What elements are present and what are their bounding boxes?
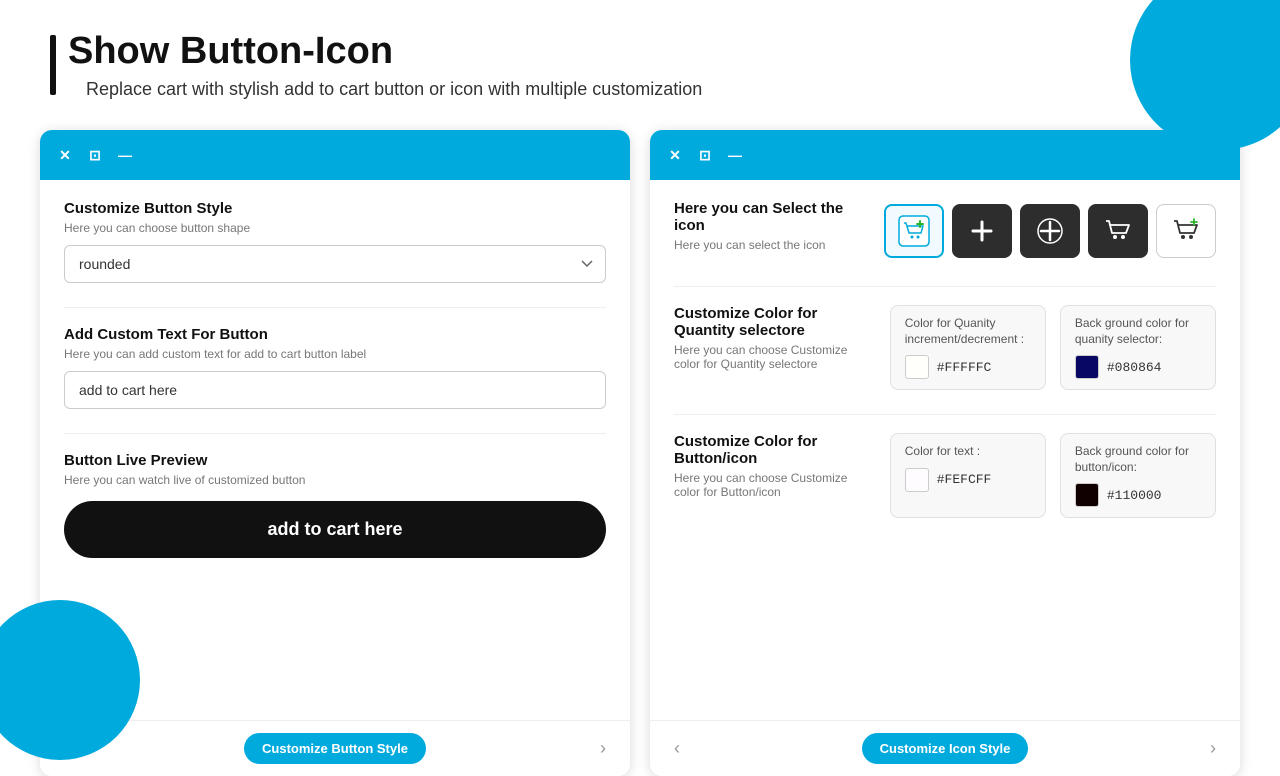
left-minimize-btn[interactable]: — (116, 146, 134, 164)
right-maximize-btn[interactable]: ⊡ (696, 146, 714, 164)
button-color2-block: Back ground color for button/icon: #1100… (1060, 433, 1216, 518)
button-style-dropdown[interactable]: rounded square pill (64, 245, 606, 283)
button-color-desc: Here you can choose Customize color for … (674, 471, 870, 499)
button-color2-input-row: #110000 (1075, 483, 1201, 507)
button-color1-input-row: #FEFCFF (905, 468, 1031, 492)
right-close-btn[interactable]: ✕ (666, 146, 684, 164)
custom-text-desc: Here you can add custom text for add to … (64, 347, 606, 361)
icon-selector-section: Here you can Select the icon Here you ca… (674, 200, 1216, 262)
button-color-title: Customize Color for Button/icon (674, 433, 870, 467)
button-color1-value: #FEFCFF (937, 472, 992, 487)
button-style-title: Customize Button Style (64, 200, 606, 217)
icon-options-row (884, 204, 1216, 258)
button-style-section: Customize Button Style Here you can choo… (64, 200, 606, 283)
button-color2-swatch[interactable] (1075, 483, 1099, 507)
left-footer-label-btn[interactable]: Customize Button Style (244, 733, 426, 764)
sep1 (64, 307, 606, 308)
quantity-color2-block: Back ground color for quanity selector: … (1060, 305, 1216, 390)
icon-option-cart-light[interactable] (1156, 204, 1216, 258)
quantity-color1-label: Color for Quanity increment/decrement : (905, 316, 1031, 347)
left-close-btn[interactable]: ✕ (56, 146, 74, 164)
right-panel-footer: ‹ Customize Icon Style › (650, 720, 1240, 776)
button-color-section: Customize Color for Button/icon Here you… (674, 433, 1216, 518)
right-sep2 (674, 414, 1216, 415)
button-color1-block: Color for text : #FEFCFF (890, 433, 1046, 518)
quantity-color2-input-row: #080864 (1075, 355, 1201, 379)
live-preview-desc: Here you can watch live of customized bu… (64, 473, 606, 487)
left-panel-header: ✕ ⊡ — (40, 130, 630, 180)
quantity-color1-block: Color for Quanity increment/decrement : … (890, 305, 1046, 390)
header-bar (50, 35, 56, 95)
icon-option-plus-dark[interactable] (952, 204, 1012, 258)
quantity-color1-input-row: #FFFFFC (905, 355, 1031, 379)
icon-selector-desc: Here you can select the icon (674, 238, 864, 252)
live-preview-title: Button Live Preview (64, 452, 606, 469)
quantity-color2-swatch[interactable] (1075, 355, 1099, 379)
live-preview-section: Button Live Preview Here you can watch l… (64, 452, 606, 558)
button-style-desc: Here you can choose button shape (64, 221, 606, 235)
right-minimize-btn[interactable]: — (726, 146, 744, 164)
header: Show Button-Icon Replace cart with styli… (0, 0, 1280, 120)
right-panel: ✕ ⊡ — Here you can Select the icon Here … (650, 130, 1240, 776)
left-maximize-btn[interactable]: ⊡ (86, 146, 104, 164)
right-next-btn[interactable]: › (1210, 738, 1216, 759)
right-panel-header: ✕ ⊡ — (650, 130, 1240, 180)
preview-button[interactable]: add to cart here (64, 501, 606, 558)
icon-option-cart-plus-light[interactable] (884, 204, 944, 258)
page-subtitle: Replace cart with stylish add to cart bu… (86, 79, 702, 100)
quantity-color2-label: Back ground color for quanity selector: (1075, 316, 1201, 347)
quantity-color-desc: Here you can choose Customize color for … (674, 343, 870, 371)
quantity-color-title: Customize Color for Quantity selectore (674, 305, 870, 339)
custom-text-input[interactable] (64, 371, 606, 409)
icon-selector-title: Here you can Select the icon (674, 200, 864, 234)
button-color1-swatch[interactable] (905, 468, 929, 492)
icon-option-plus-dark2[interactable] (1020, 204, 1080, 258)
quantity-color-section: Customize Color for Quantity selectore H… (674, 305, 1216, 390)
quantity-color2-value: #080864 (1107, 360, 1162, 375)
right-footer-label-btn[interactable]: Customize Icon Style (862, 733, 1029, 764)
button-color2-value: #110000 (1107, 488, 1162, 503)
custom-text-section: Add Custom Text For Button Here you can … (64, 326, 606, 409)
sep2 (64, 433, 606, 434)
left-panel-footer: ‹ Customize Button Style › (40, 720, 630, 776)
left-next-btn[interactable]: › (600, 738, 606, 759)
quantity-color1-value: #FFFFFC (937, 360, 992, 375)
button-color2-label: Back ground color for button/icon: (1075, 444, 1201, 475)
quantity-color1-swatch[interactable] (905, 355, 929, 379)
right-sep1 (674, 286, 1216, 287)
right-prev-btn[interactable]: ‹ (674, 738, 680, 759)
button-color1-label: Color for text : (905, 444, 1031, 460)
custom-text-title: Add Custom Text For Button (64, 326, 606, 343)
page-title: Show Button-Icon (68, 30, 702, 73)
icon-option-cart-dark[interactable] (1088, 204, 1148, 258)
right-panel-body: Here you can Select the icon Here you ca… (650, 180, 1240, 720)
deco-circle-top-right (1130, 0, 1280, 150)
panels-row: ✕ ⊡ — Customize Button Style Here you ca… (0, 130, 1280, 776)
